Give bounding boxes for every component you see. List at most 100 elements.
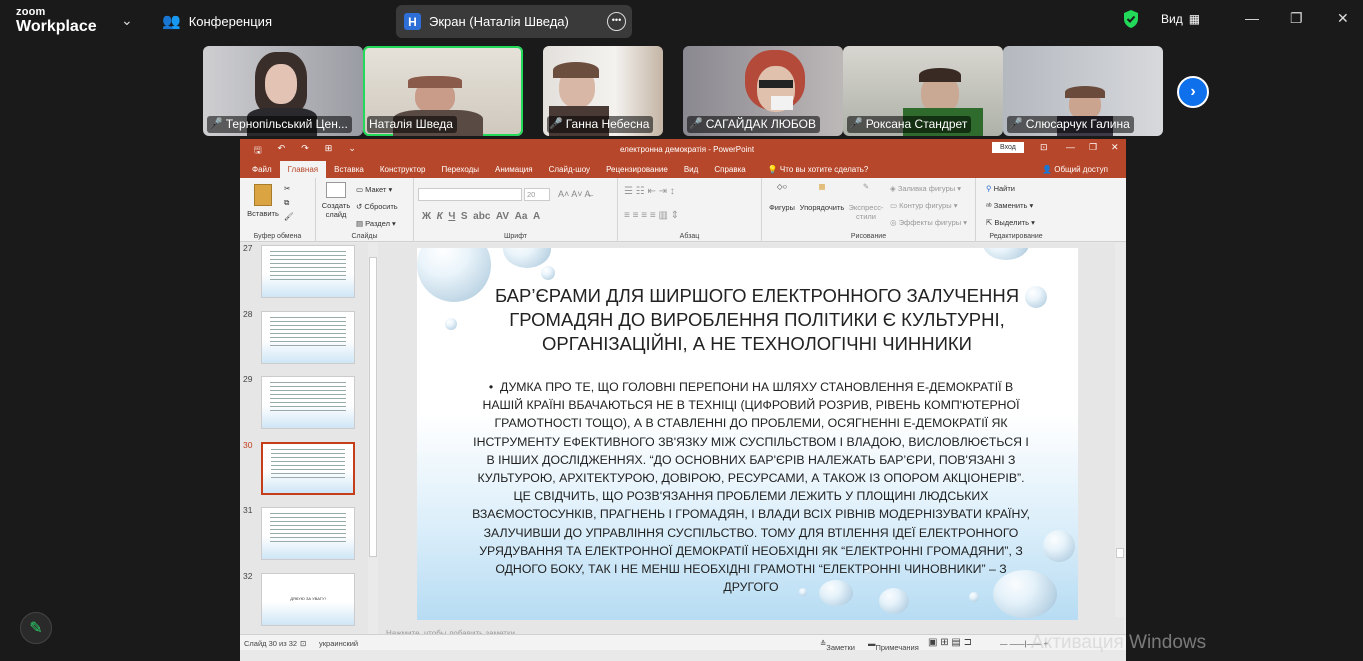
slide-thumbnail[interactable] bbox=[261, 310, 355, 364]
meeting-info-button[interactable]: 👥 Конференция bbox=[162, 12, 272, 30]
slide-thumbnail[interactable] bbox=[261, 507, 355, 560]
minimize-button[interactable]: — bbox=[1245, 10, 1259, 26]
paragraph-group: ☰ ☷ ⇤ ⇥ ↕ ≡ ≡ ≡ ≡ ▥ ⇕ Абзац bbox=[618, 178, 762, 242]
participant-tile[interactable]: 🎤 Слюсарчук Галина bbox=[1003, 46, 1163, 136]
signin-button[interactable]: Вход bbox=[992, 142, 1024, 153]
next-page-arrow-icon[interactable]: › bbox=[1177, 76, 1209, 108]
encryption-shield-icon[interactable] bbox=[1122, 9, 1140, 29]
thumbnail-text-line bbox=[271, 448, 345, 450]
annotate-pencil-icon[interactable]: ✎ bbox=[20, 612, 52, 644]
water-drop-decoration bbox=[983, 248, 1029, 260]
shape-fill-button[interactable]: ◈ Заливка фигуры ▾ bbox=[890, 184, 961, 193]
screen-share-indicator[interactable]: H Экран (Наталія Шведа) ••• bbox=[396, 5, 632, 38]
muted-mic-icon: 🎤 bbox=[1009, 118, 1023, 130]
participant-tile[interactable]: 🎤 Тернопільський Цен... bbox=[203, 46, 363, 136]
save-icon[interactable]: 🖫 bbox=[254, 143, 262, 159]
slide-thumbnail[interactable] bbox=[261, 245, 355, 298]
shapes-button[interactable]: ◇○ Фигуры bbox=[766, 182, 798, 212]
ribbon-tab[interactable]: Слайд-шоу bbox=[541, 161, 598, 178]
find-button[interactable]: ⚲ Найти bbox=[986, 184, 1015, 193]
participant-tile[interactable]: 🎤 Ганна Небесна bbox=[543, 46, 663, 136]
current-slide[interactable]: БАР’ЄРАМИ ДЛЯ ШИРШОГО ЕЛЕКТРОННОГО ЗАЛУЧ… bbox=[417, 248, 1078, 620]
spellcheck-icon[interactable]: ⊡ bbox=[300, 639, 306, 648]
zoom-logo: zoom Workplace bbox=[16, 6, 97, 35]
chevron-down-icon[interactable]: ⌄ bbox=[121, 12, 133, 29]
zoom-top-bar: zoom Workplace ⌄ 👥 Конференция H Экран (… bbox=[0, 0, 1363, 42]
thumbnail-number: 32 bbox=[243, 570, 253, 581]
ribbon-tab[interactable]: Рецензирование bbox=[598, 161, 676, 178]
cut-icon[interactable]: ✂ bbox=[284, 184, 290, 193]
view-buttons[interactable]: ▣ ⊞ ▤ ⊐ bbox=[928, 637, 972, 648]
layout-button[interactable]: ▭ Макет ▾ bbox=[356, 185, 392, 194]
participant-tile-active[interactable]: Наталія Шведа bbox=[363, 46, 523, 136]
participant-name: 🎤 Слюсарчук Галина bbox=[1007, 116, 1134, 133]
ppt-restore-button[interactable]: ❐ bbox=[1089, 142, 1097, 153]
slide-thumbnail[interactable] bbox=[261, 376, 355, 429]
replace-button[interactable]: ᵃᵇ Заменить ▾ bbox=[986, 201, 1033, 210]
slide-body[interactable]: • ДУМКА ПРО ТЕ, ЩО ГОЛОВНІ ПЕРЕПОНИ НА Ш… bbox=[471, 378, 1031, 596]
ribbon-tab[interactable]: Справка bbox=[706, 161, 753, 178]
customize-icon[interactable]: ⌄ bbox=[348, 143, 356, 159]
select-button[interactable]: ⇱ Выделить ▾ bbox=[986, 218, 1035, 227]
list-buttons[interactable]: ☰ ☷ ⇤ ⇥ ↕ bbox=[624, 186, 675, 197]
share-button[interactable]: 👤 Общий доступ bbox=[1034, 161, 1116, 178]
notes-toggle-button[interactable]: ≙ Заметки bbox=[820, 639, 855, 652]
status-bar: Слайд 30 из 32 ⊡ украинский ≙ Заметки ▬ … bbox=[240, 634, 1126, 652]
participants-icon: 👥 bbox=[162, 13, 181, 30]
tell-me-search[interactable]: 💡 Что вы хотите сделать? bbox=[760, 161, 877, 178]
ribbon-tab[interactable]: Переходы bbox=[433, 161, 487, 178]
ribbon-tab[interactable]: Конструктор bbox=[372, 161, 434, 178]
section-button[interactable]: ▤ Раздел ▾ bbox=[356, 219, 396, 228]
ribbon-display-icon[interactable]: ⊡ bbox=[1040, 142, 1048, 153]
thumbnail-text-line bbox=[270, 537, 346, 538]
ppt-minimize-button[interactable]: — bbox=[1066, 142, 1075, 152]
view-button[interactable]: Вид ▦ bbox=[1161, 12, 1200, 26]
thumbnail-text-line bbox=[270, 529, 346, 530]
present-icon[interactable]: ⊞ bbox=[325, 143, 333, 159]
close-button[interactable]: ✕ bbox=[1337, 10, 1349, 27]
font-grow-icon[interactable]: A˄ A˅ A̶ bbox=[558, 189, 591, 199]
arrange-button[interactable]: ▦ Упорядочить bbox=[798, 182, 846, 212]
thumbnails-scrollbar[interactable] bbox=[368, 243, 378, 639]
format-painter-icon[interactable]: 🖌 bbox=[284, 212, 294, 221]
more-options-icon[interactable]: ••• bbox=[607, 12, 626, 31]
participant-tile[interactable]: 🎤 САГАЙДАК ЛЮБОВ bbox=[683, 46, 843, 136]
font-style-buttons[interactable]: Ж К Ч S abc AV Aa A bbox=[422, 211, 540, 222]
participant-name: 🎤 Тернопільський Цен... bbox=[207, 116, 352, 133]
ppt-close-button[interactable]: ✕ bbox=[1111, 142, 1119, 153]
new-slide-button[interactable]: Создать слайд bbox=[318, 182, 354, 219]
slide-title[interactable]: БАР’ЄРАМИ ДЛЯ ШИРШОГО ЕЛЕКТРОННОГО ЗАЛУЧ… bbox=[457, 284, 1057, 356]
shape-outline-button[interactable]: ▭ Контур фигуры ▾ bbox=[890, 201, 957, 210]
thumbnail-text-line bbox=[270, 390, 346, 391]
ribbon-tab[interactable]: Анимация bbox=[487, 161, 541, 178]
participant-tile[interactable]: 🎤 Роксана Стандрет bbox=[843, 46, 1003, 136]
thumbnail-number: 31 bbox=[243, 505, 253, 515]
redo-icon[interactable]: ↷ bbox=[301, 143, 309, 159]
thumbnail-text-line bbox=[270, 406, 346, 407]
slide-thumbnail[interactable]: ДЯКУЮ ЗА УВАГУ! bbox=[261, 572, 355, 626]
slide-thumbnail[interactable] bbox=[261, 441, 355, 495]
thumbnail-text-line bbox=[271, 460, 345, 462]
paste-button[interactable]: Вставить bbox=[246, 184, 280, 218]
thumbnail-text-line bbox=[270, 320, 346, 322]
muted-mic-icon: 🎤 bbox=[849, 118, 863, 130]
restore-button[interactable]: ❐ bbox=[1290, 10, 1303, 27]
copy-icon[interactable]: ⧉ bbox=[284, 198, 289, 208]
language-indicator[interactable]: украинский bbox=[319, 639, 358, 648]
align-buttons[interactable]: ≡ ≡ ≡ ≡ ▥ ⇕ bbox=[624, 210, 679, 221]
reset-button[interactable]: ↺ Сбросить bbox=[356, 202, 398, 211]
quick-styles-button[interactable]: ✎ Экспресс-стили bbox=[846, 182, 886, 221]
ribbon-tab[interactable]: Главная bbox=[279, 161, 327, 178]
font-name-select[interactable] bbox=[418, 188, 522, 201]
slide-scrollbar[interactable] bbox=[1115, 243, 1125, 617]
slides-group: Создать слайд ▭ Макет ▾ ↺ Сбросить ▤ Раз… bbox=[316, 178, 414, 242]
ribbon-tab[interactable]: Файл bbox=[244, 161, 280, 178]
water-drop-decoration bbox=[541, 266, 555, 280]
undo-icon[interactable]: ↶ bbox=[278, 143, 286, 159]
ribbon-tab[interactable]: Вставка bbox=[326, 161, 372, 178]
shape-effects-button[interactable]: ◎ Эффекты фигуры ▾ bbox=[890, 218, 967, 227]
thumbnail-text-line bbox=[270, 344, 346, 346]
font-size-select[interactable]: 20 bbox=[524, 188, 550, 201]
ribbon-tab[interactable]: Вид bbox=[676, 161, 706, 178]
comments-toggle-button[interactable]: ▬ Примечания bbox=[868, 639, 919, 652]
